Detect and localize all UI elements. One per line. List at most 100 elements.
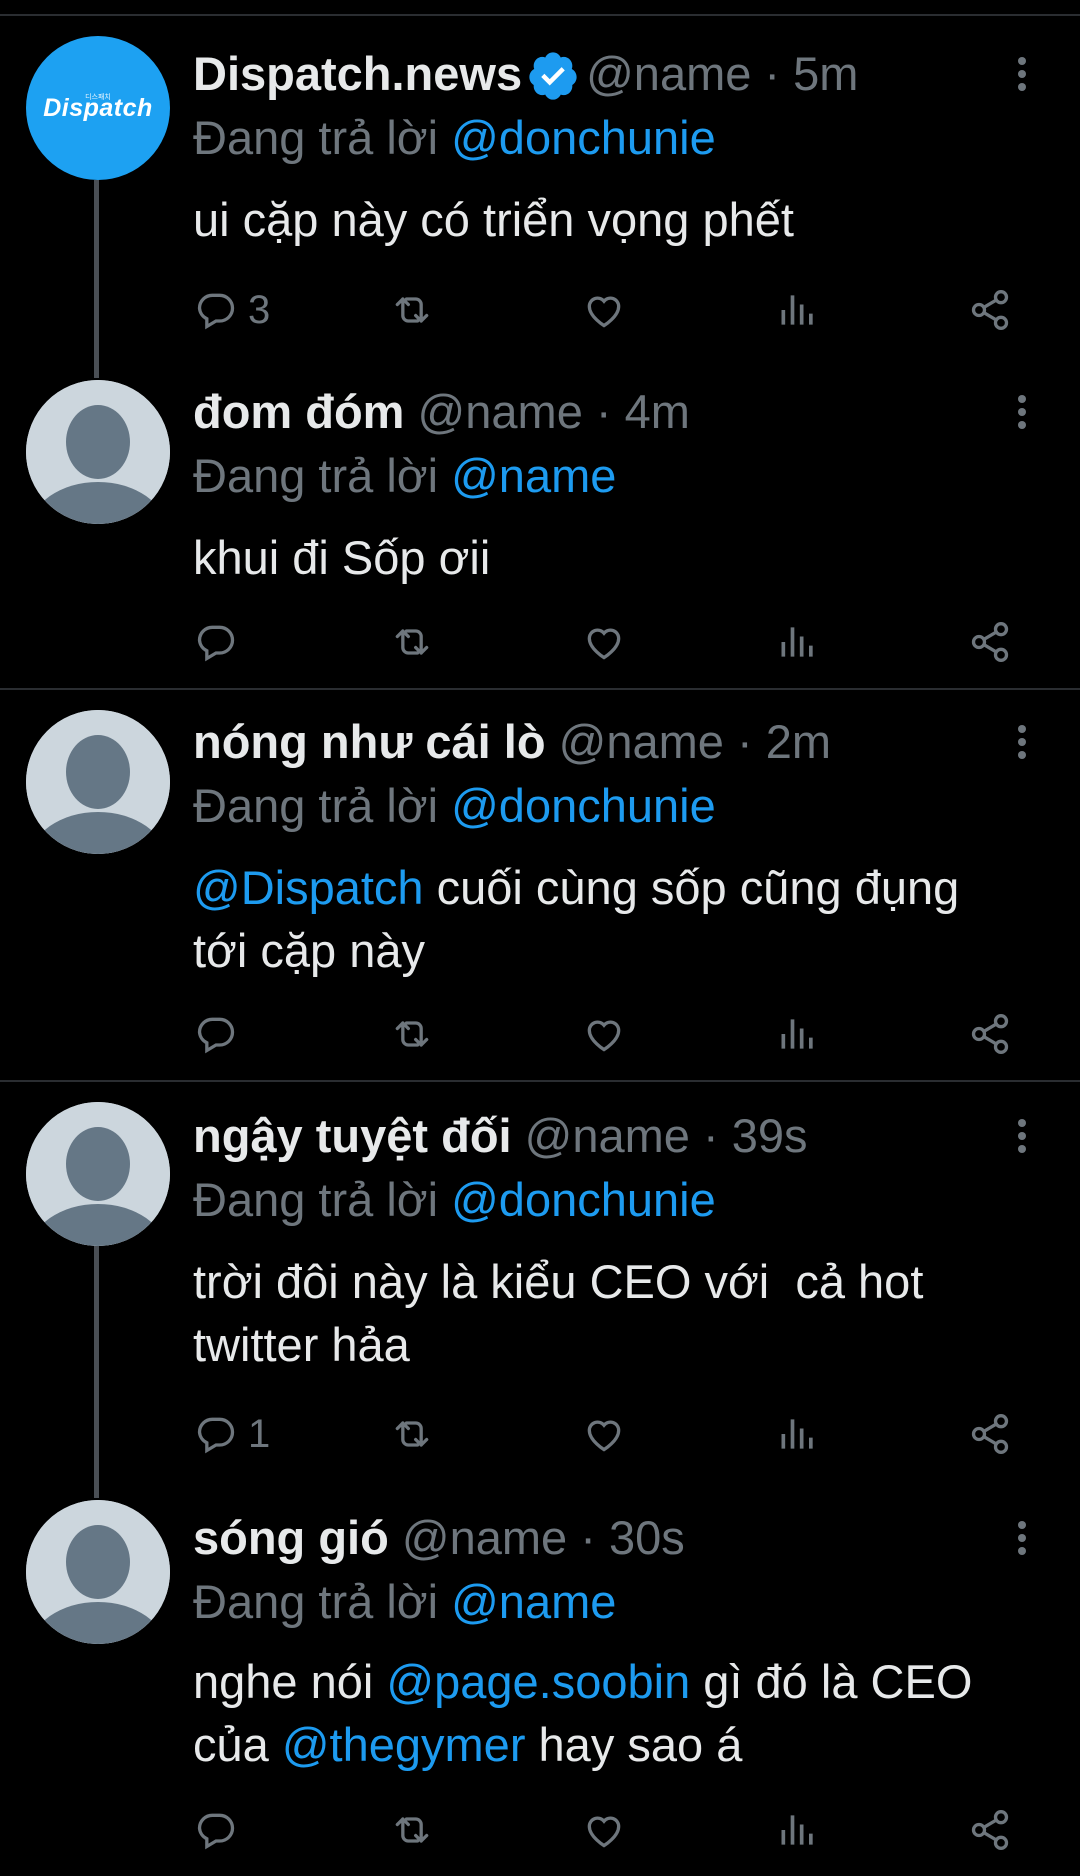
like-icon bbox=[587, 628, 621, 660]
more-icon[interactable] bbox=[1012, 722, 1032, 762]
tweet-mention[interactable]: @thegymer bbox=[282, 1718, 526, 1771]
more-icon[interactable] bbox=[1012, 1518, 1032, 1558]
tweet-header: sóng gió @name · 30s bbox=[193, 1508, 685, 1568]
tweet-mention[interactable]: @page.soobin bbox=[386, 1655, 690, 1708]
avatar[interactable] bbox=[26, 710, 170, 854]
share-button[interactable] bbox=[968, 1404, 1012, 1464]
timestamp[interactable]: 2m bbox=[766, 715, 831, 768]
action-bar bbox=[0, 612, 1080, 672]
analytics-icon bbox=[781, 1815, 813, 1845]
retweet-icon bbox=[395, 297, 429, 323]
verified-badge-icon bbox=[529, 51, 577, 100]
default-profile-icon bbox=[26, 710, 170, 854]
separator-dot: · bbox=[723, 715, 766, 768]
conversation-divider bbox=[0, 688, 1080, 690]
like-icon bbox=[587, 296, 621, 328]
reply-button[interactable] bbox=[194, 612, 248, 672]
timestamp[interactable]: 39s bbox=[732, 1109, 808, 1162]
avatar[interactable]: Dispatch 디스패치 bbox=[26, 36, 170, 180]
replying-to: Đang trả lời @name bbox=[193, 1572, 616, 1632]
reply-button[interactable] bbox=[194, 1800, 248, 1860]
tweet-text: khui đi Sốp ơii bbox=[193, 526, 1033, 589]
replying-to-mention[interactable]: @donchunie bbox=[451, 779, 716, 832]
handle[interactable]: @name bbox=[586, 47, 751, 100]
thread-connector bbox=[94, 180, 99, 378]
retweet-button[interactable] bbox=[390, 1800, 434, 1860]
analytics-button[interactable] bbox=[776, 1404, 820, 1464]
reply-button[interactable]: 1 bbox=[194, 1404, 270, 1464]
retweet-button[interactable] bbox=[390, 280, 434, 340]
analytics-button[interactable] bbox=[776, 1004, 820, 1064]
action-bar bbox=[0, 1004, 1080, 1064]
share-button[interactable] bbox=[968, 280, 1012, 340]
share-icon bbox=[971, 1810, 1009, 1850]
share-button[interactable] bbox=[968, 1004, 1012, 1064]
avatar[interactable] bbox=[26, 1102, 170, 1246]
share-button[interactable] bbox=[968, 612, 1012, 672]
reply-count: 3 bbox=[248, 287, 271, 332]
retweet-button[interactable] bbox=[390, 612, 434, 672]
avatar[interactable] bbox=[26, 380, 170, 524]
display-name[interactable]: sóng gió bbox=[193, 1511, 389, 1564]
tweet-mention[interactable]: @Dispatch bbox=[193, 861, 424, 914]
analytics-icon bbox=[781, 1019, 813, 1049]
replying-to-mention[interactable]: @name bbox=[451, 449, 616, 502]
tweet-text: @Dispatch cuối cùng sốp cũng đụng tới cặ… bbox=[193, 856, 993, 982]
reply-button[interactable] bbox=[194, 1004, 248, 1064]
like-icon bbox=[587, 1020, 621, 1052]
replying-to-mention[interactable]: @donchunie bbox=[451, 1173, 716, 1226]
separator-dot: · bbox=[567, 1511, 609, 1564]
like-button[interactable] bbox=[582, 612, 626, 672]
retweet-button[interactable] bbox=[390, 1404, 434, 1464]
handle[interactable]: @name bbox=[559, 715, 724, 768]
share-icon bbox=[971, 622, 1009, 662]
tweet-text-part: hay sao á bbox=[525, 1718, 743, 1771]
reply-prefix: Đang trả lời bbox=[193, 1173, 439, 1226]
timestamp[interactable]: 4m bbox=[625, 385, 690, 438]
replying-to: Đang trả lời @donchunie bbox=[193, 1170, 716, 1230]
retweet-button[interactable] bbox=[390, 1004, 434, 1064]
like-button[interactable] bbox=[582, 280, 626, 340]
replying-to-mention[interactable]: @name bbox=[451, 1575, 616, 1628]
reply-button[interactable]: 3 bbox=[194, 280, 270, 340]
reply-icon bbox=[197, 1417, 235, 1454]
action-bar: 3 bbox=[0, 280, 1080, 340]
tweet-header: nóng như cái lò @name · 2m bbox=[193, 712, 831, 772]
reply-icon bbox=[197, 1813, 235, 1850]
reply-count: 1 bbox=[248, 1411, 271, 1456]
analytics-button[interactable] bbox=[776, 1800, 820, 1860]
more-icon[interactable] bbox=[1012, 1116, 1032, 1156]
analytics-button[interactable] bbox=[776, 612, 820, 672]
share-icon bbox=[971, 290, 1009, 330]
share-button[interactable] bbox=[968, 1800, 1012, 1860]
handle[interactable]: @name bbox=[402, 1511, 567, 1564]
handle[interactable]: @name bbox=[418, 385, 583, 438]
separator-dot: · bbox=[751, 47, 794, 100]
top-divider bbox=[0, 0, 1080, 16]
display-name[interactable]: Dispatch.news bbox=[193, 47, 522, 100]
replying-to-mention[interactable]: @donchunie bbox=[451, 111, 716, 164]
like-button[interactable] bbox=[582, 1004, 626, 1064]
tweet-text: nghe nói @page.soobin gì đó là CEO của @… bbox=[193, 1650, 1013, 1776]
timestamp[interactable]: 5m bbox=[793, 47, 858, 100]
separator-dot: · bbox=[689, 1109, 732, 1162]
default-profile-icon bbox=[26, 1500, 170, 1644]
like-icon bbox=[587, 1816, 621, 1848]
reply-prefix: Đang trả lời bbox=[193, 779, 439, 832]
display-name[interactable]: đom đóm bbox=[193, 385, 404, 438]
share-icon bbox=[971, 1014, 1009, 1054]
more-icon[interactable] bbox=[1012, 392, 1032, 432]
more-icon[interactable] bbox=[1012, 54, 1032, 94]
timestamp[interactable]: 30s bbox=[609, 1511, 685, 1564]
handle[interactable]: @name bbox=[525, 1109, 690, 1162]
avatar[interactable] bbox=[26, 1500, 170, 1644]
default-profile-icon bbox=[26, 1102, 170, 1246]
analytics-icon bbox=[781, 295, 813, 325]
like-button[interactable] bbox=[582, 1404, 626, 1464]
reply-icon bbox=[197, 293, 235, 330]
reply-prefix: Đang trả lời bbox=[193, 1575, 439, 1628]
display-name[interactable]: nóng như cái lò bbox=[193, 715, 546, 768]
like-button[interactable] bbox=[582, 1800, 626, 1860]
analytics-button[interactable] bbox=[776, 280, 820, 340]
display-name[interactable]: ngậy tuyệt đối bbox=[193, 1109, 512, 1162]
